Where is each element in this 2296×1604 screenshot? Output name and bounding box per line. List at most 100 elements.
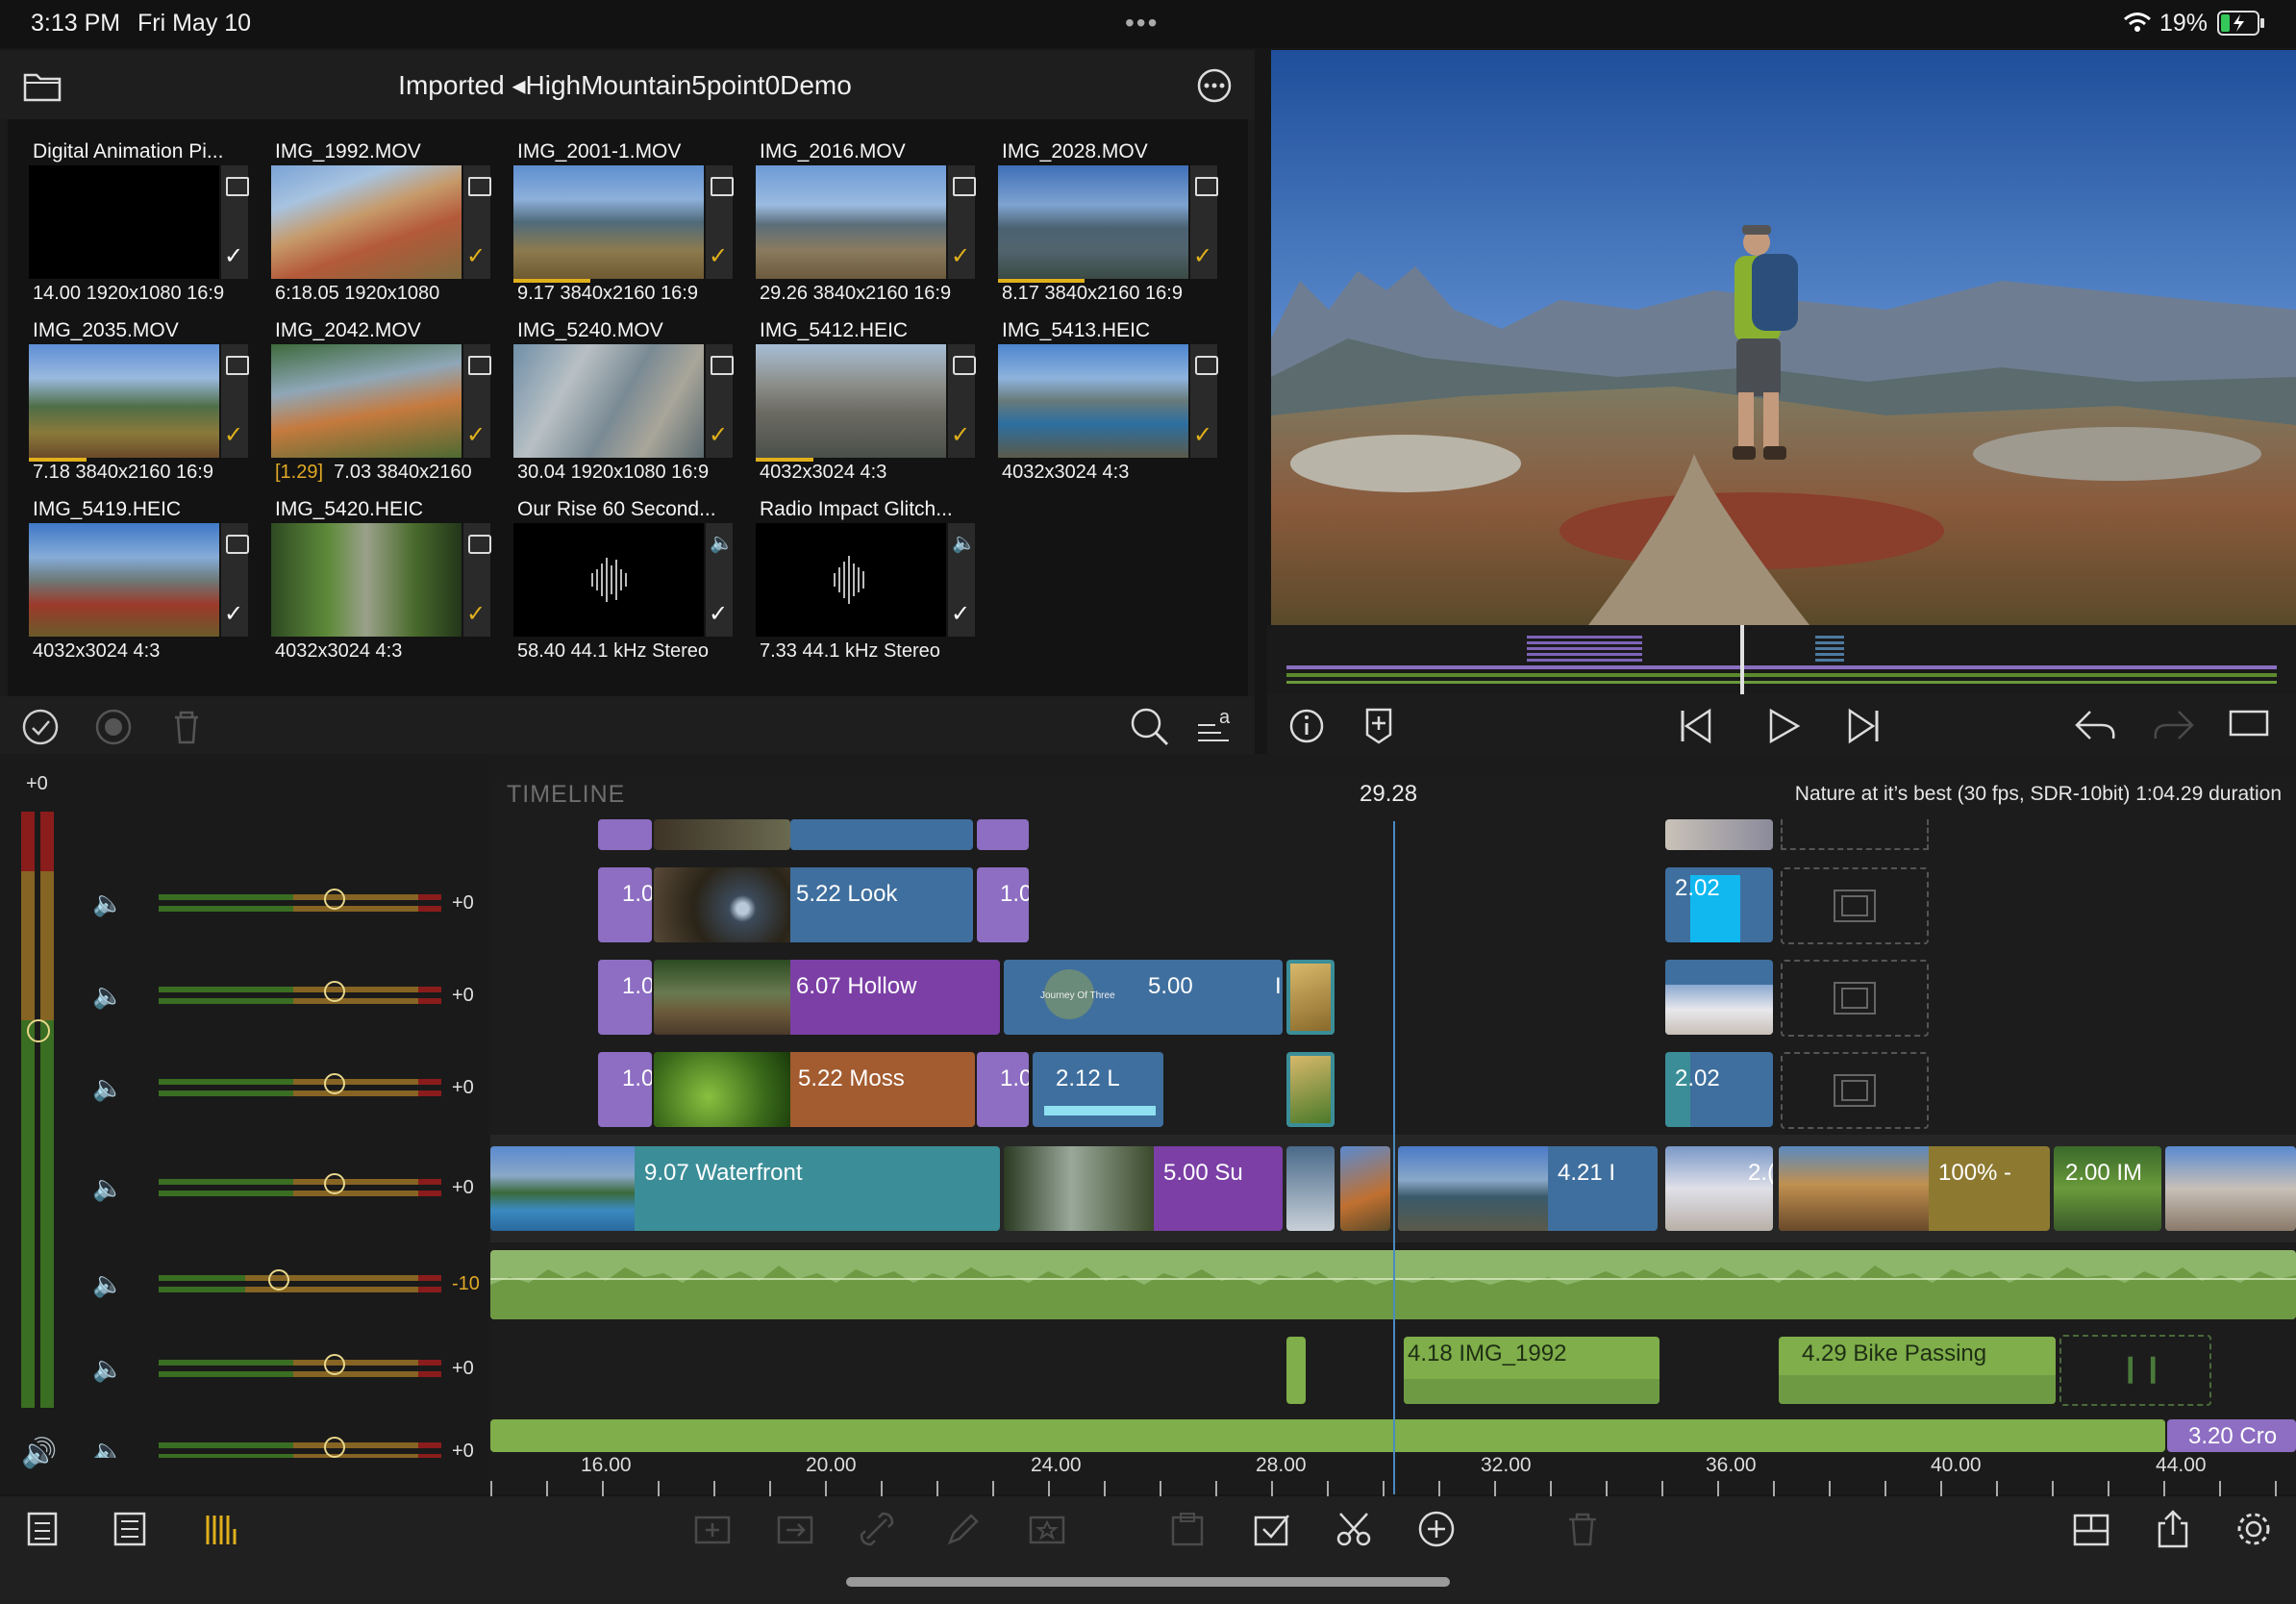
- clip-tile[interactable]: IMG_2042.MOV ✓ [1.29] 7.03 3840x2160: [271, 298, 507, 483]
- timeline-clip[interactable]: 5.22 Look: [654, 867, 973, 942]
- audio-clip-ambient[interactable]: [490, 1419, 2165, 1452]
- transition-clip[interactable]: 1.0: [598, 960, 652, 1035]
- speaker-icon[interactable]: 🔈: [92, 1073, 123, 1103]
- timeline-clip[interactable]: [1286, 960, 1335, 1035]
- timeline-clip[interactable]: [1340, 1146, 1390, 1231]
- add-marker-icon[interactable]: [1363, 706, 1394, 744]
- clip-tile[interactable]: Radio Impact Glitch... 🔈 ✓ 7.33 44.1 kHz…: [756, 477, 991, 662]
- svg-text:a: a: [1219, 707, 1231, 728]
- clip-tile[interactable]: Our Rise 60 Second... 🔈 ✓ 58.40 44.1 kHz…: [513, 477, 749, 662]
- clip-label: 2.(: [1748, 1160, 1773, 1186]
- master-knob[interactable]: [27, 1019, 50, 1042]
- timeline-clip[interactable]: 100% -: [1779, 1146, 2050, 1231]
- timeline-clip[interactable]: 2.12 L: [1033, 1052, 1163, 1127]
- info-icon[interactable]: [1288, 708, 1325, 744]
- clip-tile[interactable]: IMG_1992.MOV ✓ 6:18.05 1920x1080: [271, 119, 507, 304]
- speaker-icon[interactable]: 🔈: [92, 889, 123, 918]
- select-icon[interactable]: [1252, 1510, 1290, 1548]
- speaker-icon[interactable]: 🔈: [92, 981, 123, 1011]
- clip-tile[interactable]: Digital Animation Pi... ✓ 14.00 1920x108…: [29, 119, 264, 304]
- skip-back-icon[interactable]: [1679, 708, 1713, 744]
- play-icon[interactable]: [1767, 708, 1800, 744]
- overview-playhead[interactable]: [1740, 625, 1744, 694]
- volume-fader[interactable]: [159, 1269, 441, 1294]
- transition-clip[interactable]: [977, 819, 1029, 850]
- scissors-icon[interactable]: [1335, 1510, 1373, 1548]
- timeline-clip[interactable]: [654, 819, 790, 850]
- preview-viewer[interactable]: [1271, 50, 2296, 625]
- layout-icon[interactable]: [2071, 1510, 2109, 1548]
- clip-thumbnail: [1290, 1056, 1331, 1123]
- timeline-clip[interactable]: 2.(: [1665, 1146, 1773, 1231]
- speaker-icon[interactable]: 🔈: [92, 1354, 123, 1384]
- checkmark-icon: ✓: [951, 422, 971, 448]
- timeline-clip[interactable]: [1286, 1052, 1335, 1127]
- add-icon[interactable]: [1417, 1510, 1456, 1548]
- timeline-clip[interactable]: 5.00 Su: [1004, 1146, 1283, 1231]
- timeline-clip[interactable]: 2.02: [1665, 1052, 1773, 1127]
- share-icon[interactable]: [2154, 1510, 2192, 1548]
- list-view-icon[interactable]: [112, 1510, 150, 1548]
- timeline-clip[interactable]: 2.00 IM: [2054, 1146, 2161, 1231]
- undo-icon[interactable]: [2073, 708, 2117, 742]
- select-check-icon[interactable]: [21, 708, 60, 746]
- timeline-clip[interactable]: [790, 819, 973, 850]
- clip-tile[interactable]: IMG_2035.MOV ✓ 7.18 3840x2160 16:9: [29, 298, 264, 483]
- audio-meters-icon[interactable]: [202, 1510, 240, 1548]
- timeline-clip[interactable]: [2165, 1146, 2296, 1231]
- settings-gear-icon[interactable]: [2234, 1510, 2273, 1548]
- timeline-overview[interactable]: [1267, 625, 2296, 694]
- timeline-clip[interactable]: 2.02: [1665, 867, 1773, 942]
- volume-fader[interactable]: [159, 1173, 441, 1198]
- clip-tile[interactable]: IMG_5413.HEIC ✓ 4032x3024 4:3: [998, 298, 1234, 483]
- home-indicator[interactable]: [846, 1577, 1450, 1587]
- volume-fader[interactable]: [159, 981, 441, 1006]
- timeline-clip[interactable]: 6.07 Hollow: [654, 960, 1000, 1035]
- volume-fader[interactable]: [159, 889, 441, 914]
- volume-fader[interactable]: [159, 1354, 441, 1379]
- clip-tile[interactable]: IMG_5240.MOV ✓ 30.04 1920x1080 16:9: [513, 298, 749, 483]
- folder-icon[interactable]: [23, 69, 62, 102]
- clip-thumbnail: [998, 344, 1188, 458]
- clip-tile[interactable]: IMG_5419.HEIC ✓ 4032x3024 4:3: [29, 477, 264, 662]
- sort-icon[interactable]: a: [1196, 706, 1236, 746]
- more-options-icon[interactable]: [1196, 67, 1233, 104]
- clip-tile[interactable]: IMG_2001-1.MOV ✓ 9.17 3840x2160 16:9: [513, 119, 749, 304]
- timeline-clip[interactable]: 5.22 Moss: [654, 1052, 975, 1127]
- timeline-clip[interactable]: [1665, 819, 1773, 850]
- speaker-icon[interactable]: 🔈: [92, 1269, 123, 1299]
- transition-clip[interactable]: 1.0: [598, 1052, 652, 1127]
- timeline-clip[interactable]: 4.21 I: [1398, 1146, 1658, 1231]
- audio-clip[interactable]: [1286, 1337, 1306, 1404]
- multitask-dots-icon[interactable]: •••: [1125, 8, 1159, 38]
- transition-clip[interactable]: [598, 819, 652, 850]
- timeline-clip[interactable]: [1665, 960, 1773, 1035]
- clip-tile[interactable]: IMG_5420.HEIC ✓ 4032x3024 4:3: [271, 477, 507, 662]
- speaker-icon[interactable]: 🔈: [92, 1173, 123, 1203]
- transition-clip[interactable]: 1.0: [977, 1052, 1029, 1127]
- search-icon[interactable]: [1129, 706, 1171, 748]
- volume-fader[interactable]: [159, 1073, 441, 1098]
- speaker-icon[interactable]: 🔈: [92, 1437, 123, 1458]
- volume-fader[interactable]: [159, 1437, 441, 1458]
- fullscreen-icon[interactable]: [2229, 708, 2269, 739]
- clip-thumb-text: Journey Of Three: [1040, 990, 1115, 1001]
- audio-clip[interactable]: 4.18 IMG_1992: [1404, 1337, 1660, 1404]
- clip-thumbnail: [271, 344, 462, 458]
- audio-clip[interactable]: 4.29 Bike Passing: [1779, 1337, 2056, 1404]
- timeline-clip[interactable]: [1286, 1146, 1335, 1231]
- timeline-clip[interactable]: 9.07 Waterfront: [490, 1146, 1000, 1231]
- transition-clip[interactable]: 1.0: [977, 867, 1029, 942]
- audio-clip[interactable]: 3.20 Cro: [2167, 1419, 2296, 1452]
- clip-tile[interactable]: IMG_2016.MOV ✓ 29.26 3840x2160 16:9: [756, 119, 991, 304]
- clip-name: IMG_5419.HEIC: [33, 498, 182, 520]
- breadcrumb[interactable]: Imported ◂HighMountain5point0Demo: [288, 69, 961, 101]
- transition-clip[interactable]: 1.0: [598, 867, 652, 942]
- playhead[interactable]: [1393, 821, 1395, 1494]
- add-track-icon[interactable]: [25, 1510, 63, 1548]
- clip-thumbnail: [29, 165, 219, 279]
- timeline-clip[interactable]: Journey Of Three 5.00 I: [1004, 960, 1283, 1035]
- clip-tile[interactable]: IMG_2028.MOV ✓ 8.17 3840x2160 16:9: [998, 119, 1234, 304]
- clip-tile[interactable]: IMG_5412.HEIC ✓ 4032x3024 4:3: [756, 298, 991, 483]
- skip-forward-icon[interactable]: [1846, 708, 1881, 744]
